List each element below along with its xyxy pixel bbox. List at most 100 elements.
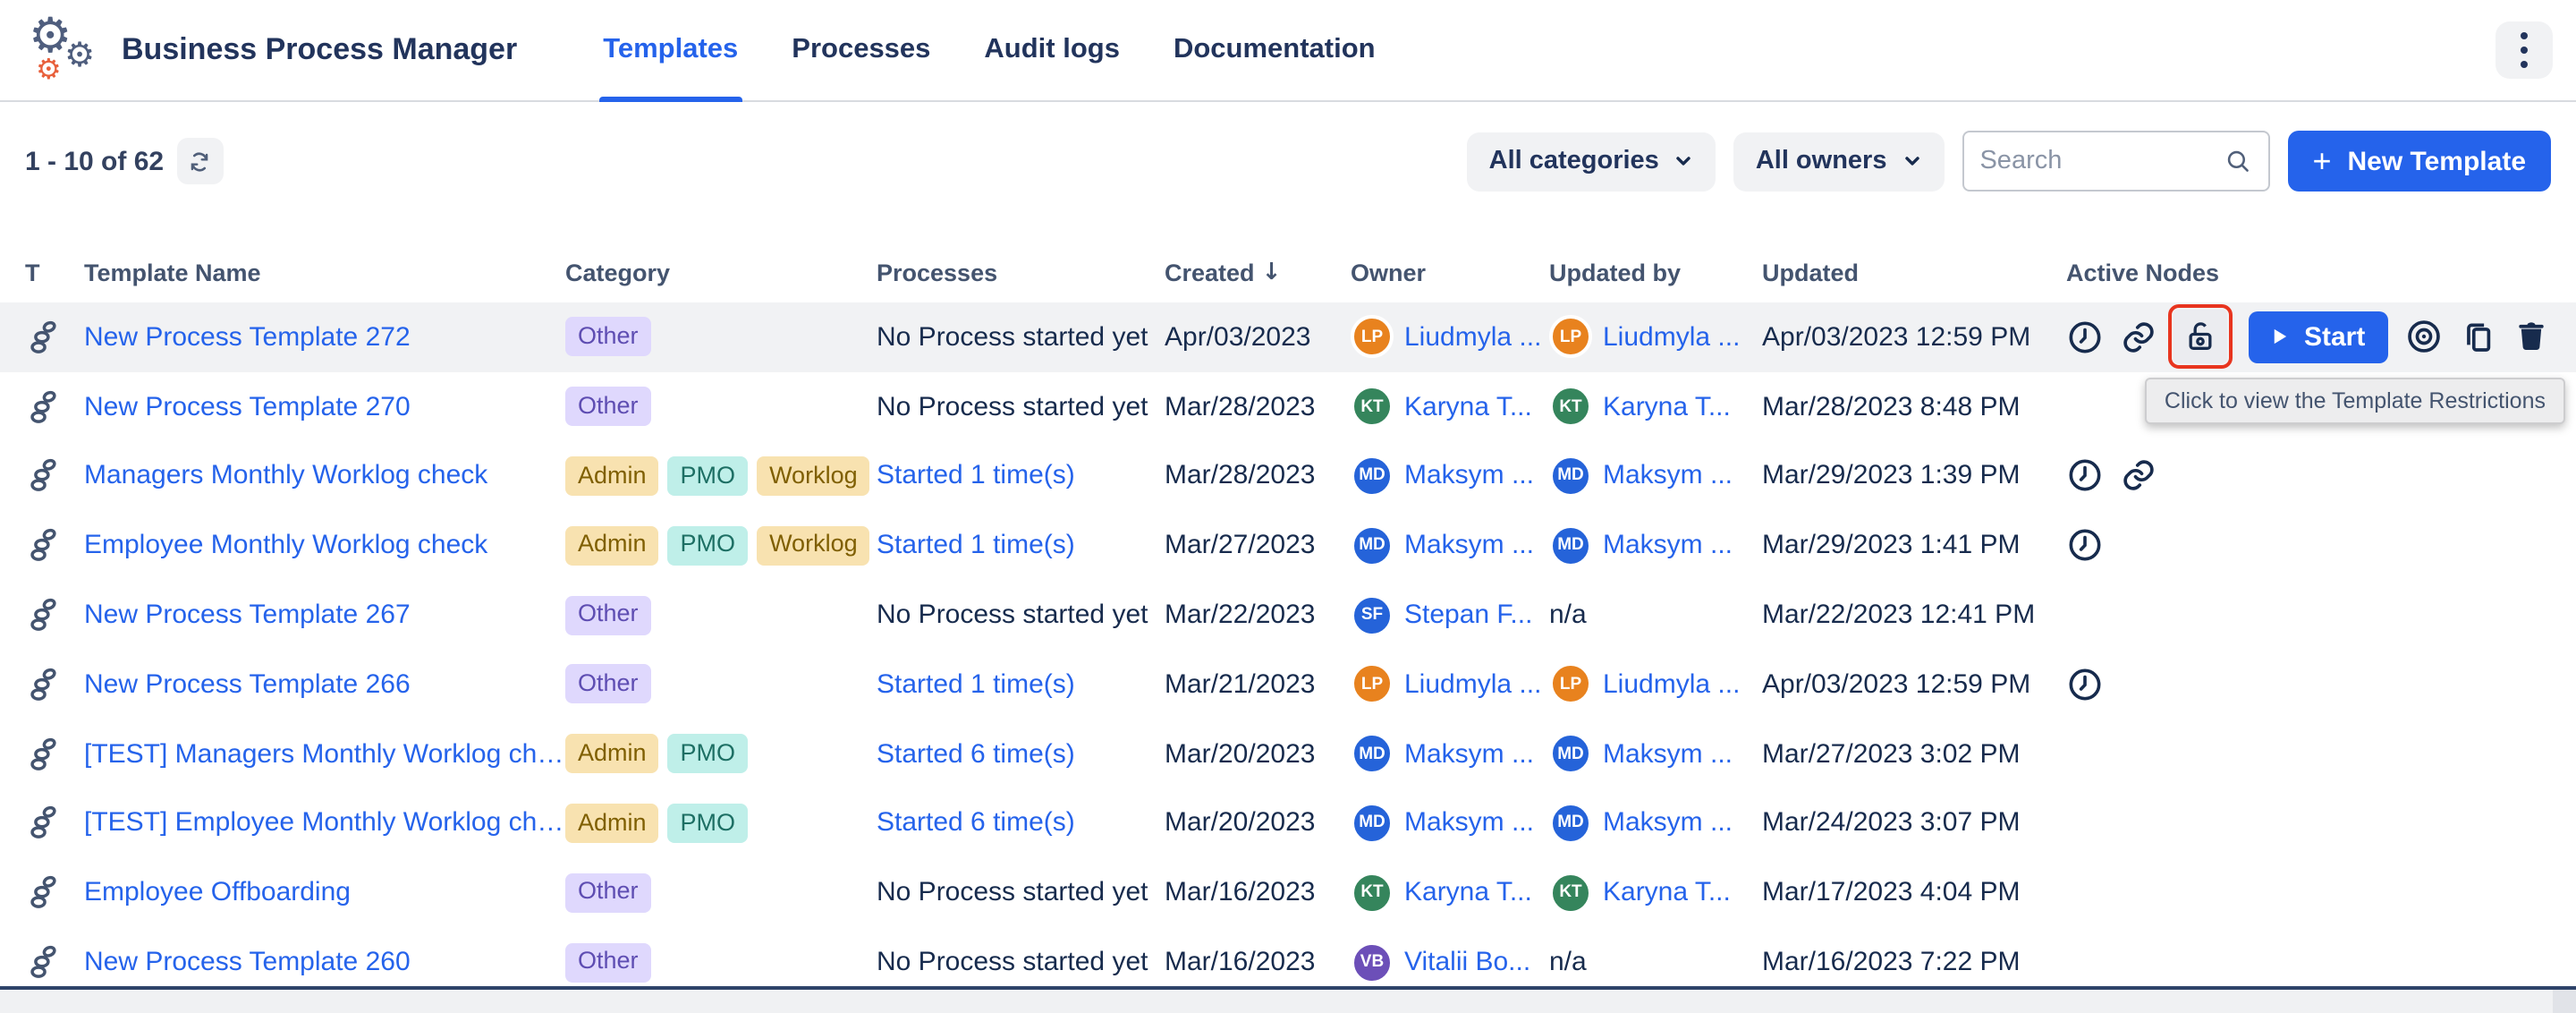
delete-trash-icon[interactable] [2513,319,2549,355]
preview-eye-icon[interactable] [2404,318,2444,357]
updated-by-cell: MDMaksym ... [1549,524,1762,567]
category-chips: AdminPMOWorklog [565,456,877,496]
updated-timestamp: Apr/03/2023 12:59 PM [1762,322,2066,353]
owner-link[interactable]: Stepan F... [1404,600,1532,630]
updated-timestamp: Apr/03/2023 12:59 PM [1762,669,2066,700]
template-name-link[interactable]: New Process Template 260 [84,947,411,977]
clock-icon[interactable] [2066,319,2104,356]
category-chip-worklog: Worklog [757,526,870,566]
column-header-category[interactable]: Category [565,260,877,286]
template-name-link[interactable]: Employee Monthly Worklog check [84,531,487,561]
table-row: New Process Template 272 Other No Proces… [0,302,2576,372]
updated-by-cell: LPLiudmyla ... [1549,316,1762,359]
owner-link[interactable]: Maksym ... [1404,808,1534,838]
tab-documentation[interactable]: Documentation [1174,0,1376,100]
duplicate-copy-icon[interactable] [2460,319,2497,356]
column-header-processes[interactable]: Processes [877,260,1165,286]
processes-cell: No Process started yet [877,600,1165,630]
processes-started-link[interactable]: Started 6 time(s) [877,738,1075,769]
template-name-link[interactable]: New Process Template 270 [84,391,411,421]
search-input[interactable] [1979,147,2212,175]
owner-link[interactable]: Karyna T... [1404,878,1532,908]
avatar: MD [1549,455,1592,498]
avatar: KT [1549,872,1592,915]
owner-link[interactable]: Karyna T... [1404,391,1532,421]
tab-audit-logs[interactable]: Audit logs [984,0,1120,100]
horizontal-scrollbar[interactable] [0,990,2576,1013]
link-icon[interactable] [2120,319,2157,356]
column-header-created[interactable]: Created↓ [1165,260,1351,286]
template-name-link[interactable]: [TEST] Managers Monthly Worklog che... [84,738,565,769]
active-nodes-cell [2066,457,2551,495]
more-options-kebab-button[interactable] [2496,21,2553,79]
avatar: SF [1351,593,1394,636]
process-template-icon [25,387,63,425]
column-header-updated-by[interactable]: Updated by [1549,260,1762,286]
updated-by-cell: n/a [1549,947,1762,977]
owner-link[interactable]: Liudmyla ... [1404,669,1541,700]
category-chip-worklog: Worklog [757,456,870,496]
updated-by-link[interactable]: Liudmyla ... [1603,322,1740,353]
template-name-link[interactable]: Managers Monthly Worklog check [84,461,487,491]
category-chip-pmo: PMO [668,526,749,566]
clock-icon[interactable] [2066,527,2104,565]
template-name-link[interactable]: [TEST] Employee Monthly Worklog che... [84,808,565,838]
category-chips: Other [565,318,877,357]
new-template-button[interactable]: + New Template [2287,131,2551,192]
updated-by-link[interactable]: Maksym ... [1603,808,1733,838]
refresh-button[interactable] [176,138,223,184]
owners-filter-dropdown[interactable]: All owners [1734,132,1945,191]
column-header-template-name[interactable]: Template Name [84,260,565,286]
column-header-owner[interactable]: Owner [1351,260,1549,286]
owner-link[interactable]: Maksym ... [1404,461,1534,491]
table-row: [TEST] Managers Monthly Worklog che... A… [0,719,2576,789]
owner-cell: LPLiudmyla ... [1351,316,1549,359]
owner-link[interactable]: Maksym ... [1404,738,1534,769]
categories-filter-dropdown[interactable]: All categories [1468,132,1716,191]
processes-started-link[interactable]: Started 6 time(s) [877,808,1075,838]
updated-by-cell: MDMaksym ... [1549,732,1762,775]
owner-cell: VBVitalii Bo... [1351,941,1549,983]
updated-by-cell: KT Karyna T... [1549,872,1762,915]
owner-link[interactable]: Vitalii Bo... [1404,947,1530,977]
process-template-icon [25,319,63,356]
owner-cell: SF Stepan F... [1351,593,1549,636]
column-header-updated[interactable]: Updated [1762,260,2066,286]
template-name-link[interactable]: New Process Template 267 [84,600,411,630]
processes-started-link[interactable]: Started 1 time(s) [877,669,1075,700]
template-name-link[interactable]: New Process Template 266 [84,669,411,700]
column-header-t[interactable]: T [25,260,84,286]
updated-by-link[interactable]: Maksym ... [1603,738,1733,769]
process-template-icon [25,596,63,634]
template-name-link[interactable]: Employee Offboarding [84,878,351,908]
start-process-button[interactable]: Start [2249,311,2388,363]
tab-templates[interactable]: Templates [603,0,738,100]
process-template-icon [25,874,63,912]
processes-cell: Started 1 time(s) [877,531,1165,561]
template-restrictions-lock-button[interactable] [2174,311,2227,364]
column-header-active-nodes[interactable]: Active Nodes [2066,260,2551,286]
clock-icon[interactable] [2066,666,2104,703]
owner-link[interactable]: Maksym ... [1404,531,1534,561]
link-icon[interactable] [2120,457,2157,495]
processes-started-link[interactable]: Started 1 time(s) [877,531,1075,561]
template-name-link[interactable]: New Process Template 272 [84,322,411,353]
main-nav-tabs: Templates Processes Audit logs Documentatio… [603,0,1375,100]
updated-by-link[interactable]: Karyna T... [1603,391,1731,421]
app-logo-gears-icon: ⚙ ⚙ ⚙ [25,9,104,91]
tab-processes[interactable]: Processes [792,0,930,100]
clock-icon[interactable] [2066,457,2104,495]
owner-cell: KTKaryna T... [1351,385,1549,428]
updated-by-link[interactable]: Maksym ... [1603,461,1733,491]
updated-by-link[interactable]: Maksym ... [1603,531,1733,561]
created-date: Mar/20/2023 [1165,808,1351,838]
processes-started-link[interactable]: Started 1 time(s) [877,461,1075,491]
owner-link[interactable]: Liudmyla ... [1404,322,1541,353]
category-chip-other: Other [565,318,651,357]
table-row: Managers Monthly Worklog check AdminPMOW… [0,441,2576,511]
updated-by-cell: LPLiudmyla ... [1549,663,1762,706]
category-chip-admin: Admin [565,456,659,496]
updated-by-link[interactable]: Liudmyla ... [1603,669,1740,700]
active-nodes-cell [2066,527,2551,565]
updated-by-link[interactable]: Karyna T... [1603,878,1731,908]
